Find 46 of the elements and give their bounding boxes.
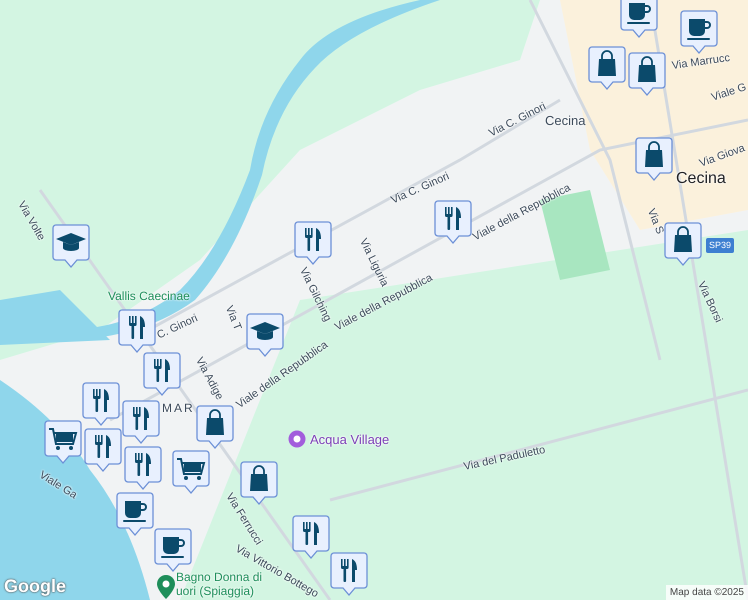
fork-knife-icon — [341, 559, 357, 582]
shopping-cart-icon — [49, 428, 78, 450]
station-label: Cecina — [545, 114, 586, 127]
shopping-bag-icon — [674, 226, 692, 252]
shopping-bag-icon — [645, 141, 663, 167]
town-label: Cecina — [676, 172, 726, 185]
shopping-bag-icon — [250, 465, 268, 491]
fork-knife-icon — [93, 389, 109, 412]
route-badge: SP39 — [706, 238, 734, 253]
shopping-cart-icon — [177, 458, 206, 480]
shopping-bag-icon — [638, 56, 656, 82]
street-label: Via C. Ginori — [389, 170, 452, 208]
fork-knife-icon — [135, 453, 151, 476]
map-logo: Google — [4, 576, 66, 597]
coffee-cup-icon — [687, 19, 711, 40]
street-label: Via Giova — [698, 142, 747, 171]
street-label: Viale G — [710, 81, 748, 105]
coffee-cup-icon — [627, 3, 651, 24]
street-label: Via Borsi — [694, 280, 724, 325]
attraction-pin-icon[interactable] — [288, 430, 306, 448]
street-label: Via del Paduletto — [462, 444, 547, 474]
place-pin-icon[interactable] — [157, 575, 175, 599]
street-label: Viale Ga — [36, 469, 80, 502]
place-label: Vallis Caecinae — [108, 290, 190, 303]
coffee-cup-icon — [161, 537, 185, 558]
street-label: C. Ginori — [155, 312, 200, 342]
place-label: uori (Spiaggia) — [176, 585, 254, 598]
shopping-bag-icon — [598, 50, 616, 76]
graduation-cap-icon — [56, 233, 86, 251]
street-label: Via Adige — [192, 355, 226, 402]
street-label: Via S — [644, 207, 666, 236]
fork-knife-icon — [154, 359, 170, 382]
street-label: Via Marrucc — [671, 52, 731, 73]
fork-knife-icon — [95, 435, 111, 458]
fork-knife-icon — [133, 407, 149, 430]
shopping-bag-icon — [206, 409, 224, 435]
fork-knife-icon — [445, 207, 461, 230]
place-label: Acqua Village — [310, 433, 390, 446]
graduation-cap-icon — [250, 322, 280, 340]
fork-knife-icon — [305, 228, 321, 251]
street-label: Via T — [222, 304, 244, 332]
fork-knife-icon — [303, 522, 319, 545]
fork-knife-icon — [129, 316, 145, 339]
coffee-cup-icon — [123, 501, 147, 522]
attribution-text: Map data ©2025 — [666, 585, 748, 600]
district-label: MAR — [162, 402, 195, 415]
